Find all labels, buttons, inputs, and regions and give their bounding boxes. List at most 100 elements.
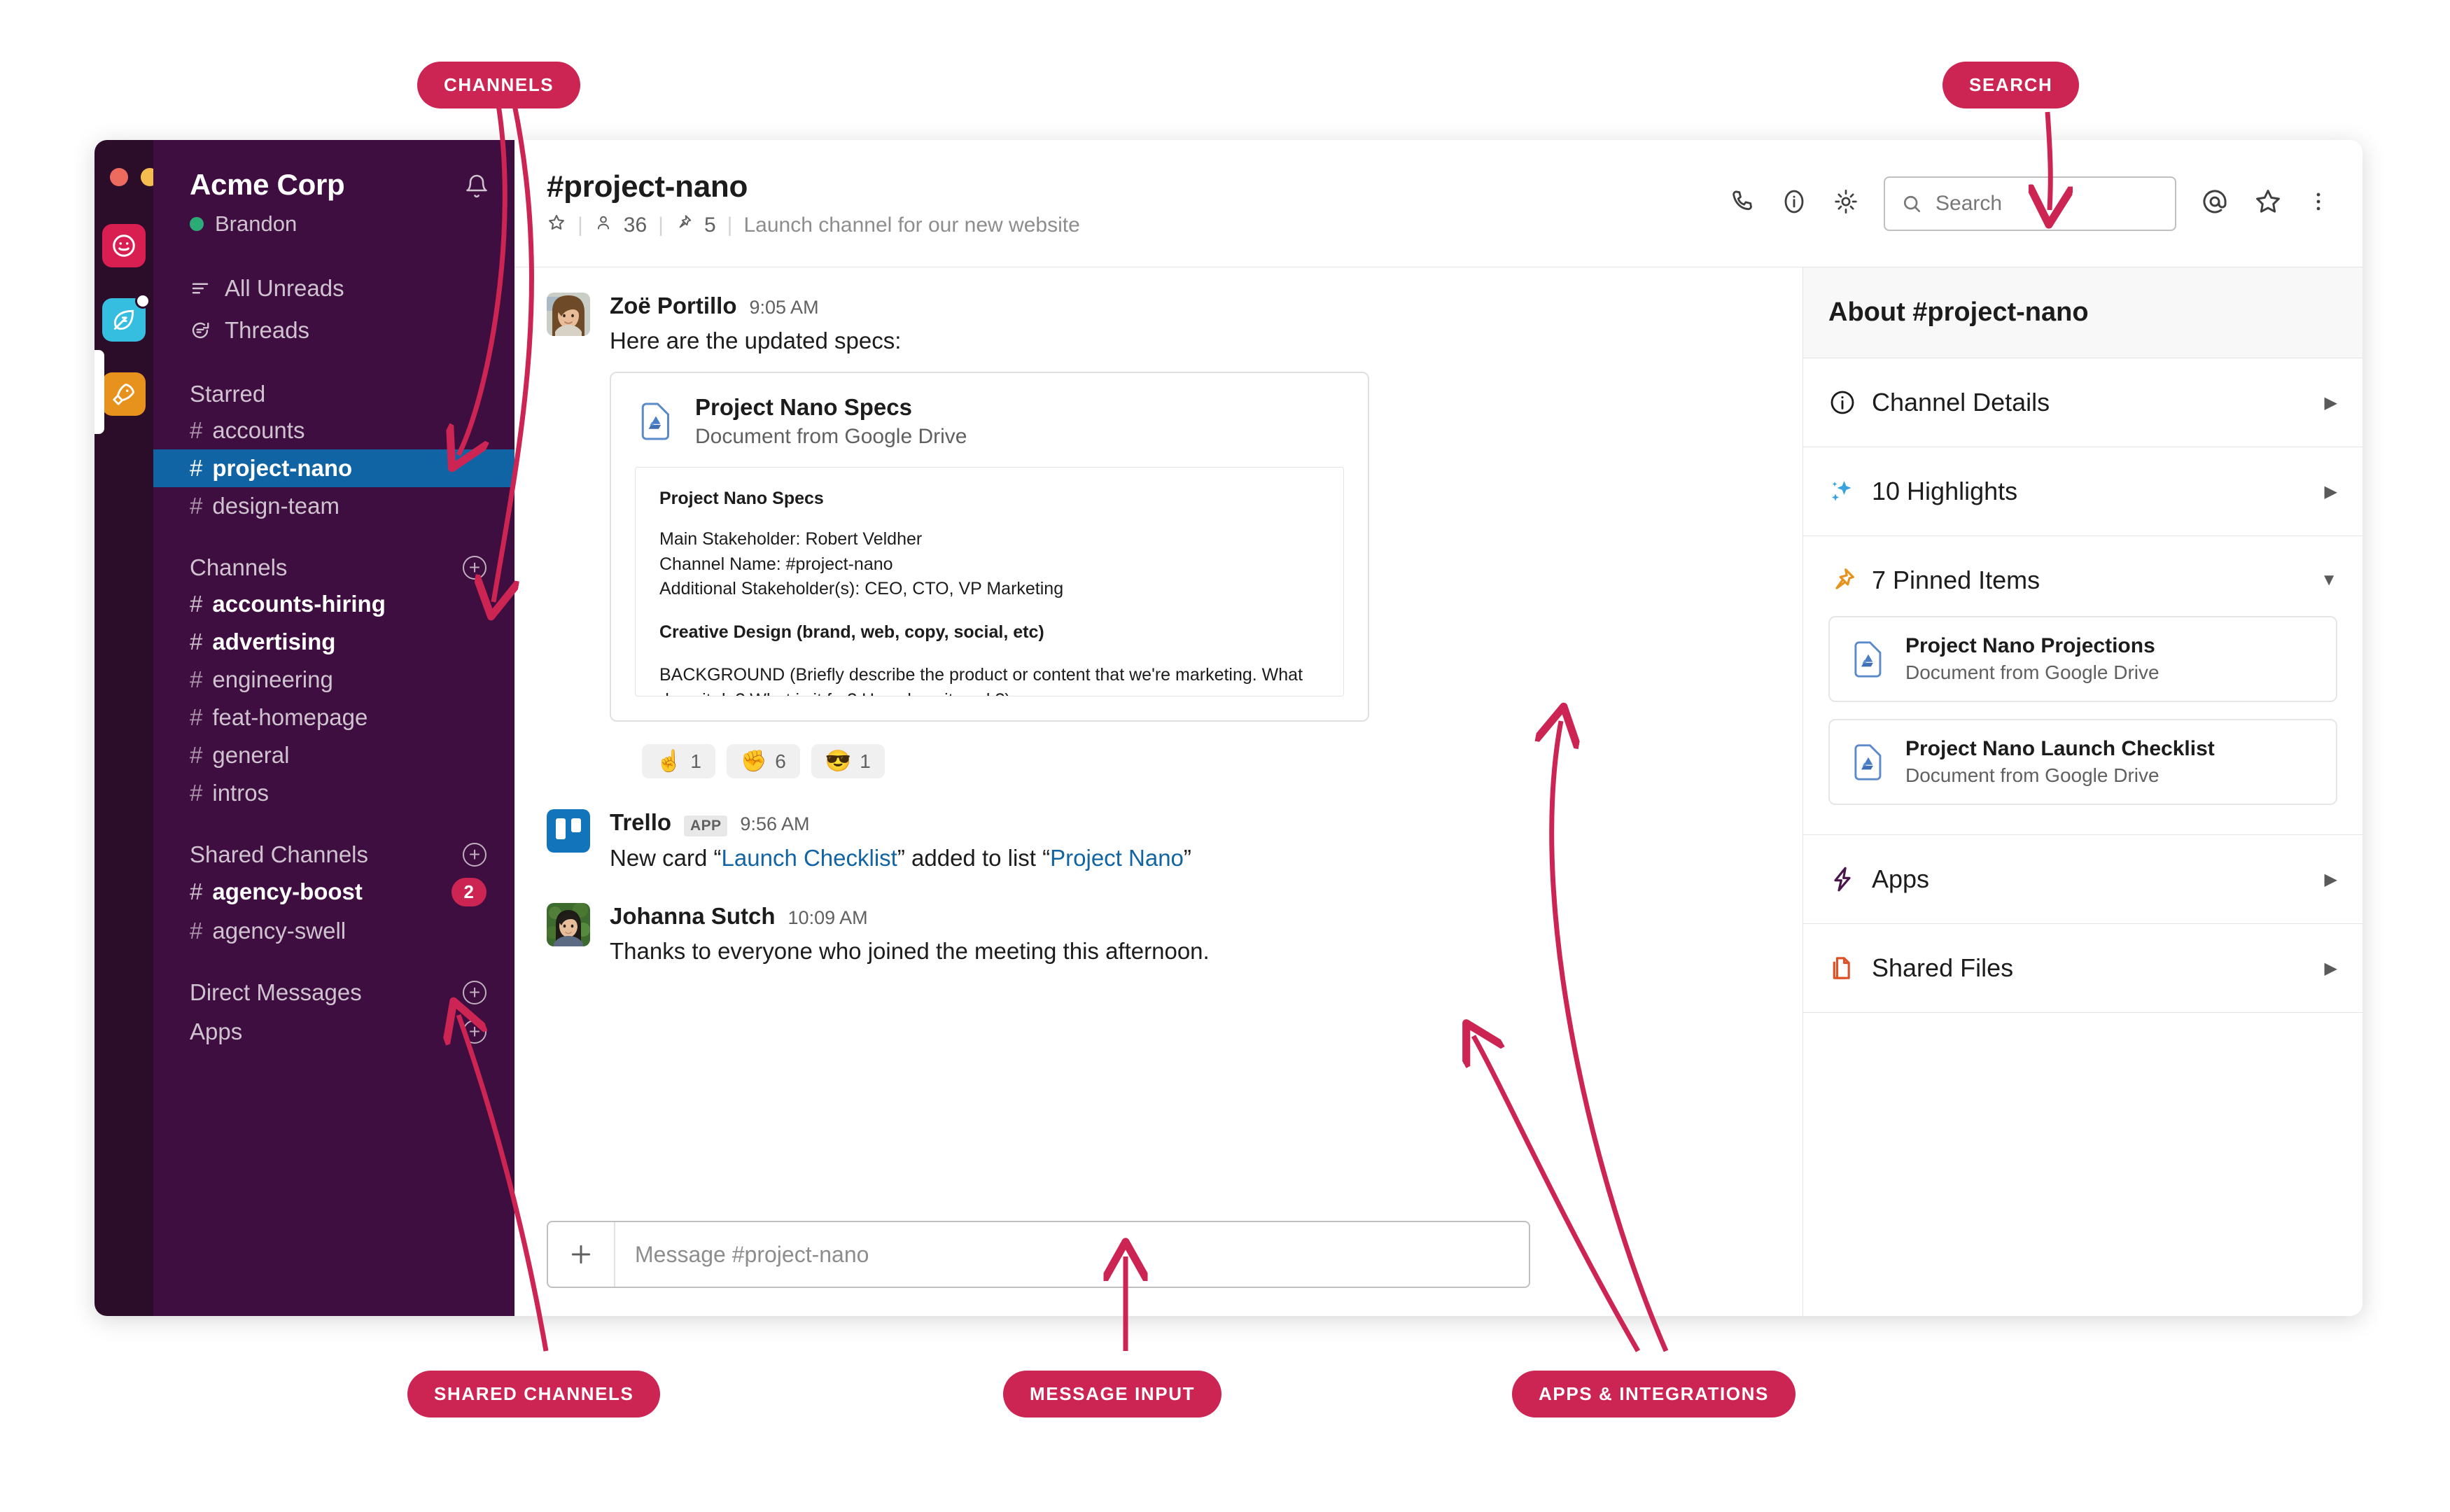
search-input[interactable]: Search	[1884, 176, 2176, 231]
section-label: 10 Highlights	[1872, 477, 2018, 505]
call-icon[interactable]	[1728, 188, 1756, 219]
reaction-chip[interactable]: 😎 1	[811, 744, 885, 779]
pin-icon[interactable]	[675, 214, 693, 237]
channel-label: engineering	[212, 666, 333, 692]
channel-label: project-nano	[212, 455, 353, 481]
add-shared-channel-button[interactable]: +	[463, 843, 486, 867]
pinned-item-title: Project Nano Projections	[1905, 634, 2155, 657]
sidebar-channel-agency-boost[interactable]: # agency-boost 2	[153, 872, 514, 912]
sidebar-section-starred[interactable]: Starred	[153, 381, 514, 407]
lightning-icon	[1834, 867, 1851, 892]
reaction-count: 1	[860, 750, 871, 772]
sidebar-channel-general[interactable]: # general	[153, 736, 514, 774]
callout-shared-channels: SHARED CHANNELS	[407, 1371, 661, 1418]
channel-title[interactable]: #project-nano	[547, 169, 1080, 204]
sidebar-section-direct-messages[interactable]: Direct Messages +	[153, 979, 514, 1006]
close-button[interactable]	[110, 168, 128, 186]
panel-section-shared-files[interactable]: Shared Files ▶	[1803, 924, 2362, 1013]
add-channel-button[interactable]: +	[463, 556, 486, 580]
reaction-chip[interactable]: ☝️ 1	[642, 744, 715, 779]
channel-label: intros	[212, 780, 270, 806]
avatar[interactable]	[547, 903, 590, 947]
sidebar-channel-intros[interactable]: # intros	[153, 774, 514, 812]
channel-label: feat-homepage	[212, 704, 368, 730]
add-attachment-button[interactable]	[548, 1222, 615, 1287]
sidebar-section-channels[interactable]: Channels +	[153, 554, 514, 581]
members-icon[interactable]	[594, 214, 612, 237]
pinned-item-title: Project Nano Launch Checklist	[1905, 737, 2215, 760]
message-item: Zoë Portillo 9:05 AM Here are the update…	[514, 293, 1802, 722]
document-preview: Project Nano Specs Main Stakeholder: Rob…	[635, 467, 1344, 697]
message-author[interactable]: Johanna Sutch	[610, 903, 776, 930]
star-icon[interactable]	[2253, 187, 2283, 220]
channel-label: advertising	[212, 629, 336, 654]
sidebar-section-apps[interactable]: Apps +	[153, 1018, 514, 1045]
rocket-workspace-icon[interactable]	[102, 372, 146, 416]
sidebar-channel-feat-homepage[interactable]: # feat-homepage	[153, 699, 514, 736]
sidebar-channel-agency-swell[interactable]: # agency-swell	[153, 912, 514, 950]
channel-label: agency-boost	[212, 878, 363, 905]
panel-section-highlights[interactable]: 10 Highlights ▶	[1803, 447, 2362, 536]
reaction-chip[interactable]: ✊ 6	[726, 744, 800, 779]
pinned-item-card[interactable]: Project Nano Launch Checklist Document f…	[1828, 719, 2337, 805]
message-author[interactable]: Trello	[610, 809, 671, 836]
sidebar-channel-engineering[interactable]: # engineering	[153, 661, 514, 699]
pinned-item-card[interactable]: Project Nano Projections Document from G…	[1828, 616, 2337, 702]
avatar[interactable]	[547, 293, 590, 336]
sidebar-channel-accounts-hiring[interactable]: # accounts-hiring	[153, 585, 514, 623]
meta-divider: |	[578, 213, 583, 237]
message-author[interactable]: Zoë Portillo	[610, 293, 737, 319]
main-column: #project-nano | 36 | 5 | Launch channel …	[514, 140, 2362, 1316]
channel-label: design-team	[212, 493, 340, 519]
panel-section-apps[interactable]: Apps ▶	[1803, 835, 2362, 924]
add-app-button[interactable]: +	[463, 1019, 486, 1044]
message-composer[interactable]: Message #project-nano	[547, 1221, 1530, 1288]
add-direct-message-button[interactable]: +	[463, 980, 486, 1004]
plus-icon	[571, 1245, 591, 1264]
chevron-right-icon[interactable]: ▶	[2325, 869, 2337, 890]
sidebar-channel-design-team[interactable]: # design-team	[153, 487, 514, 525]
user-name: Brandon	[215, 211, 298, 236]
gear-icon[interactable]	[1832, 188, 1860, 219]
star-channel-icon[interactable]	[547, 213, 566, 238]
link-launch-checklist[interactable]: Launch Checklist	[722, 845, 897, 871]
sidebar-channel-advertising[interactable]: # advertising	[153, 623, 514, 661]
workspace-header[interactable]: Acme Corp Brandon	[153, 168, 514, 237]
chevron-right-icon[interactable]: ▶	[2325, 393, 2337, 413]
hash-icon: #	[190, 878, 203, 905]
trello-icon	[547, 809, 590, 853]
hash-icon: #	[190, 591, 203, 617]
sidebar-section-shared-channels[interactable]: Shared Channels +	[153, 841, 514, 868]
file-title[interactable]: Project Nano Specs	[695, 394, 967, 421]
sidebar-channel-accounts[interactable]: # accounts	[153, 412, 514, 449]
search-placeholder: Search	[1935, 191, 2003, 215]
notifications-bell-icon[interactable]	[464, 174, 489, 204]
file-subtitle: Document from Google Drive	[695, 425, 967, 449]
file-attachment-card[interactable]: Project Nano Specs Document from Google …	[610, 372, 1369, 722]
sidebar-channel-project-nano[interactable]: # project-nano	[153, 449, 514, 487]
panel-section-channel-details[interactable]: Channel Details ▶	[1803, 358, 2362, 447]
leaf-workspace-icon[interactable]	[102, 293, 150, 342]
sidebar-item-all-unreads[interactable]: All Unreads	[153, 267, 514, 309]
channel-topic[interactable]: Launch channel for our new website	[743, 214, 1079, 237]
more-icon[interactable]	[2306, 190, 2330, 217]
chevron-down-icon[interactable]: ▼	[2320, 570, 2337, 590]
user-presence: Brandon	[190, 211, 344, 237]
text-part: ”	[1183, 845, 1191, 872]
smiley-workspace-icon[interactable]	[102, 224, 146, 267]
hash-icon: #	[190, 666, 203, 692]
mention-icon[interactable]	[2200, 187, 2230, 220]
channel-label: accounts	[212, 417, 305, 443]
panel-section-pinned-items[interactable]: 7 Pinned Items ▼ Project Nano Projection…	[1803, 536, 2362, 835]
app-avatar[interactable]	[547, 809, 590, 853]
link-project-nano[interactable]: Project Nano	[1050, 845, 1184, 871]
workspace-name[interactable]: Acme Corp	[190, 168, 345, 202]
google-drive-icon	[641, 402, 669, 440]
info-icon[interactable]	[1780, 188, 1808, 219]
sidebar-item-threads[interactable]: Threads	[153, 309, 514, 351]
chevron-right-icon[interactable]: ▶	[2325, 958, 2337, 979]
text-part: ” added to list “	[897, 845, 1051, 872]
chevron-right-icon[interactable]: ▶	[2325, 482, 2337, 502]
doc-heading: Project Nano Specs	[659, 489, 824, 509]
composer-placeholder: Message #project-nano	[635, 1241, 869, 1267]
